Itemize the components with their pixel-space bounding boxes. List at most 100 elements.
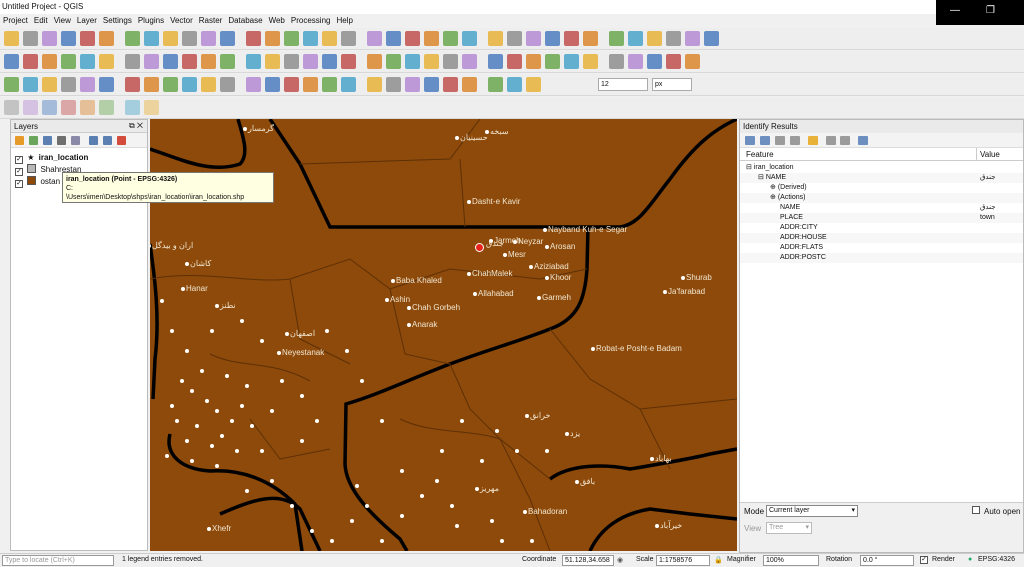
new-map-view-icon[interactable] — [42, 77, 57, 92]
style-manager-icon[interactable] — [424, 77, 439, 92]
location-point-marker[interactable] — [355, 484, 359, 488]
statistics-icon[interactable] — [341, 54, 356, 69]
location-point-marker[interactable] — [345, 349, 349, 353]
menu-view[interactable]: View — [51, 15, 74, 27]
save-project-icon[interactable] — [628, 31, 643, 46]
menu-plugins[interactable]: Plugins — [135, 15, 167, 27]
annotation-icon[interactable] — [386, 54, 401, 69]
map-tips-icon[interactable] — [405, 54, 420, 69]
crs-label[interactable]: EPSG:4326 — [978, 556, 1015, 563]
identify-tree-row[interactable]: ADDR:HOUSE — [740, 233, 1023, 243]
location-point-marker[interactable] — [210, 444, 214, 448]
location-point-marker[interactable] — [315, 419, 319, 423]
zoom-full-icon[interactable] — [666, 54, 681, 69]
toggle-extents-icon[interactable]: ◉ — [617, 556, 623, 564]
location-point-marker[interactable] — [185, 349, 189, 353]
identify-icon[interactable] — [99, 77, 114, 92]
location-point-marker[interactable] — [490, 519, 494, 523]
zoom-full-icon[interactable] — [526, 77, 541, 92]
render-checkbox[interactable]: ✓ — [920, 556, 928, 564]
location-point-marker[interactable] — [195, 424, 199, 428]
annotation-icon[interactable] — [99, 100, 114, 115]
open-project-icon[interactable] — [23, 31, 38, 46]
new-3d-view-icon[interactable] — [341, 31, 356, 46]
label-size-field[interactable]: 12 — [598, 78, 648, 91]
text-annotation-icon[interactable] — [424, 54, 439, 69]
remove-layer-icon[interactable] — [117, 136, 126, 145]
print-layout-icon[interactable] — [80, 31, 95, 46]
select-icon[interactable] — [265, 54, 280, 69]
attribute-table-icon[interactable] — [303, 54, 318, 69]
collapse-tree-icon[interactable] — [760, 136, 770, 145]
location-point-marker[interactable] — [240, 319, 244, 323]
location-point-marker[interactable] — [270, 409, 274, 413]
location-point-marker[interactable] — [243, 127, 247, 131]
identified-feature-marker[interactable] — [475, 243, 484, 252]
location-point-marker[interactable] — [545, 276, 549, 280]
zoom-to-selection-icon[interactable] — [685, 54, 700, 69]
text-annotation-icon[interactable] — [284, 77, 299, 92]
new-project-icon[interactable] — [4, 31, 19, 46]
map-tips-icon[interactable] — [265, 77, 280, 92]
expand-new-results-icon[interactable] — [775, 136, 785, 145]
location-point-marker[interactable] — [270, 479, 274, 483]
expand-all-icon[interactable] — [89, 136, 98, 145]
pan-to-selection-icon[interactable] — [462, 77, 477, 92]
expand-icon[interactable]: ⊕ — [770, 194, 778, 201]
annotation-icon[interactable] — [246, 77, 261, 92]
restore-button[interactable]: ❐ — [986, 5, 995, 16]
filter-expression-icon[interactable] — [71, 136, 80, 145]
menu-database[interactable]: Database — [225, 15, 265, 27]
location-point-marker[interactable] — [523, 510, 527, 514]
collapse-all-icon[interactable] — [103, 136, 112, 145]
panel-close-icon[interactable]: ⧉ ✕ — [129, 121, 143, 131]
deselect-icon[interactable] — [424, 31, 439, 46]
save-project-icon[interactable] — [42, 31, 57, 46]
refresh-icon[interactable] — [367, 31, 382, 46]
new-project-icon[interactable] — [583, 31, 598, 46]
new-map-view-icon[interactable] — [322, 31, 337, 46]
magnifier-field[interactable]: 100% — [763, 555, 819, 566]
identify-tree-row[interactable]: ⊟ NAME جندق — [740, 173, 1023, 183]
location-point-marker[interactable] — [380, 419, 384, 423]
location-point-marker[interactable] — [503, 253, 507, 257]
field-calculator-icon[interactable] — [462, 31, 477, 46]
pan-to-selection-icon[interactable] — [23, 54, 38, 69]
location-point-marker[interactable] — [205, 399, 209, 403]
open-project-icon[interactable] — [322, 77, 337, 92]
save-as-icon[interactable] — [647, 31, 662, 46]
zoom-last-icon[interactable] — [4, 77, 19, 92]
select-icon[interactable] — [405, 31, 420, 46]
location-point-marker[interactable] — [215, 304, 219, 308]
location-point-marker[interactable] — [480, 459, 484, 463]
location-point-marker[interactable] — [300, 394, 304, 398]
annotation-icon[interactable] — [526, 31, 541, 46]
location-point-marker[interactable] — [515, 449, 519, 453]
location-point-marker[interactable] — [190, 389, 194, 393]
location-point-marker[interactable] — [440, 449, 444, 453]
location-point-marker[interactable] — [650, 457, 654, 461]
select-features-icon[interactable] — [808, 136, 818, 145]
location-point-marker[interactable] — [545, 245, 549, 249]
menu-settings[interactable]: Settings — [100, 15, 135, 27]
pan-icon[interactable] — [443, 77, 458, 92]
location-point-marker[interactable] — [360, 379, 364, 383]
deselect-icon[interactable] — [284, 54, 299, 69]
identify-tree-row[interactable]: PLACE town — [740, 213, 1023, 223]
location-point-marker[interactable] — [185, 262, 189, 266]
field-calculator-icon[interactable] — [42, 100, 57, 115]
location-point-marker[interactable] — [467, 272, 471, 276]
location-point-marker[interactable] — [529, 265, 533, 269]
zoom-out-icon[interactable] — [647, 54, 662, 69]
location-point-marker[interactable] — [460, 419, 464, 423]
location-point-marker[interactable] — [400, 469, 404, 473]
style-manager-icon[interactable] — [564, 54, 579, 69]
label-unit-field[interactable]: px — [652, 78, 692, 91]
identify-tree-row[interactable]: ⊕ (Derived) — [740, 183, 1023, 193]
location-point-marker[interactable] — [655, 524, 659, 528]
layer-checkbox[interactable]: ✓ — [15, 156, 23, 164]
location-point-marker[interactable] — [455, 136, 459, 140]
layer-item-iran-location[interactable]: ✓ ★ iran_location — [11, 152, 147, 164]
style-manager-icon[interactable] — [704, 31, 719, 46]
measure-icon[interactable] — [507, 31, 522, 46]
